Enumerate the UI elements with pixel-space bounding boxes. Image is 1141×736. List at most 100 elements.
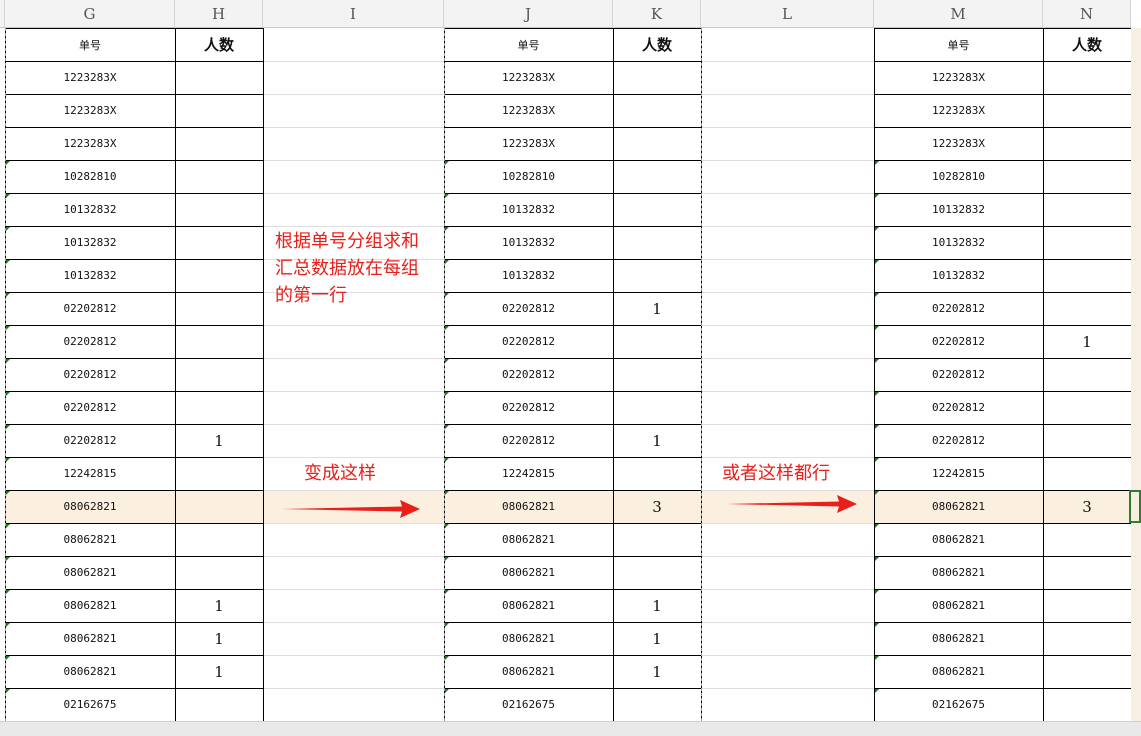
count-cell[interactable]: 1: [613, 655, 701, 688]
id-cell[interactable]: 1223283X: [444, 127, 613, 160]
id-cell[interactable]: 08062821: [874, 589, 1043, 622]
id-cell[interactable]: 12242815: [874, 457, 1043, 490]
id-cell[interactable]: 02202812: [5, 424, 175, 457]
id-cell[interactable]: 08062821: [444, 490, 613, 523]
count-cell[interactable]: [613, 391, 701, 424]
header-danhao[interactable]: 单号: [444, 28, 613, 61]
id-cell[interactable]: 02202812: [5, 292, 175, 325]
id-cell[interactable]: 10132832: [444, 259, 613, 292]
count-cell[interactable]: [613, 457, 701, 490]
id-cell[interactable]: 08062821: [5, 490, 175, 523]
count-cell[interactable]: [613, 523, 701, 556]
header-renshu[interactable]: 人数: [175, 28, 263, 61]
count-cell[interactable]: [175, 226, 263, 259]
id-cell[interactable]: 02202812: [5, 391, 175, 424]
count-cell[interactable]: [1043, 589, 1131, 622]
count-cell[interactable]: 3: [613, 490, 701, 523]
column-header-n[interactable]: N: [1043, 0, 1131, 28]
id-cell[interactable]: 10282810: [444, 160, 613, 193]
count-cell[interactable]: [1043, 457, 1131, 490]
count-cell[interactable]: [175, 457, 263, 490]
count-cell[interactable]: 1: [1043, 325, 1131, 358]
id-cell[interactable]: 02202812: [5, 358, 175, 391]
id-cell[interactable]: 10282810: [874, 160, 1043, 193]
count-cell[interactable]: [613, 259, 701, 292]
id-cell[interactable]: 02202812: [5, 325, 175, 358]
spreadsheet[interactable]: G H I J K L M N 单号 人数 单号 人数 单号 人数 1223283X 1223283X 1223…: [0, 0, 1141, 736]
id-cell[interactable]: 1223283X: [444, 61, 613, 94]
count-cell[interactable]: [1043, 688, 1131, 721]
header-danhao[interactable]: 单号: [874, 28, 1043, 61]
id-cell[interactable]: 02202812: [444, 325, 613, 358]
column-header-h[interactable]: H: [175, 0, 263, 28]
count-cell[interactable]: [1043, 160, 1131, 193]
id-cell[interactable]: 08062821: [874, 622, 1043, 655]
count-cell[interactable]: [613, 94, 701, 127]
count-cell[interactable]: [613, 226, 701, 259]
count-cell[interactable]: [1043, 622, 1131, 655]
id-cell[interactable]: 1223283X: [874, 94, 1043, 127]
id-cell[interactable]: 08062821: [874, 523, 1043, 556]
count-cell[interactable]: [175, 391, 263, 424]
id-cell[interactable]: 08062821: [444, 655, 613, 688]
count-cell[interactable]: [1043, 94, 1131, 127]
count-cell[interactable]: [1043, 556, 1131, 589]
header-danhao[interactable]: 单号: [5, 28, 175, 61]
count-cell[interactable]: [613, 556, 701, 589]
count-cell[interactable]: [613, 127, 701, 160]
count-cell[interactable]: [175, 61, 263, 94]
header-renshu[interactable]: 人数: [613, 28, 701, 61]
count-cell[interactable]: [613, 325, 701, 358]
count-cell[interactable]: [613, 358, 701, 391]
count-cell[interactable]: [613, 61, 701, 94]
count-cell[interactable]: 1: [175, 424, 263, 457]
count-cell[interactable]: [175, 490, 263, 523]
count-cell[interactable]: [175, 292, 263, 325]
count-cell[interactable]: [1043, 424, 1131, 457]
id-cell[interactable]: 12242815: [5, 457, 175, 490]
id-cell[interactable]: 1223283X: [444, 94, 613, 127]
count-cell[interactable]: 3: [1043, 490, 1131, 523]
count-cell[interactable]: [175, 556, 263, 589]
count-cell[interactable]: 1: [175, 589, 263, 622]
id-cell[interactable]: 02202812: [444, 424, 613, 457]
count-cell[interactable]: [613, 160, 701, 193]
id-cell[interactable]: 02202812: [444, 292, 613, 325]
count-cell[interactable]: [175, 259, 263, 292]
count-cell[interactable]: [1043, 61, 1131, 94]
id-cell[interactable]: 1223283X: [874, 61, 1043, 94]
count-cell[interactable]: [1043, 523, 1131, 556]
selected-cell[interactable]: [1129, 490, 1141, 523]
column-header-m[interactable]: M: [874, 0, 1043, 28]
count-cell[interactable]: [1043, 655, 1131, 688]
column-header-i[interactable]: I: [263, 0, 444, 28]
id-cell[interactable]: 1223283X: [5, 127, 175, 160]
count-cell[interactable]: [175, 127, 263, 160]
id-cell[interactable]: 02202812: [874, 391, 1043, 424]
id-cell[interactable]: 08062821: [874, 556, 1043, 589]
count-cell[interactable]: [1043, 127, 1131, 160]
count-cell[interactable]: [613, 193, 701, 226]
count-cell[interactable]: [175, 193, 263, 226]
id-cell[interactable]: 02202812: [874, 358, 1043, 391]
id-cell[interactable]: 1223283X: [5, 94, 175, 127]
count-cell[interactable]: [1043, 358, 1131, 391]
id-cell[interactable]: 10132832: [444, 193, 613, 226]
id-cell[interactable]: 10132832: [874, 259, 1043, 292]
count-cell[interactable]: 1: [613, 292, 701, 325]
count-cell[interactable]: [1043, 259, 1131, 292]
id-cell[interactable]: 10132832: [444, 226, 613, 259]
id-cell[interactable]: 08062821: [5, 622, 175, 655]
id-cell[interactable]: 02162675: [5, 688, 175, 721]
header-renshu[interactable]: 人数: [1043, 28, 1131, 61]
id-cell[interactable]: 08062821: [444, 622, 613, 655]
id-cell[interactable]: 08062821: [5, 589, 175, 622]
id-cell[interactable]: 12242815: [444, 457, 613, 490]
count-cell[interactable]: 1: [175, 622, 263, 655]
id-cell[interactable]: 10132832: [5, 259, 175, 292]
id-cell[interactable]: 10282810: [5, 160, 175, 193]
horizontal-scrollbar[interactable]: [0, 721, 1141, 736]
count-cell[interactable]: [613, 688, 701, 721]
column-header-l[interactable]: L: [701, 0, 874, 28]
id-cell[interactable]: 08062821: [874, 655, 1043, 688]
